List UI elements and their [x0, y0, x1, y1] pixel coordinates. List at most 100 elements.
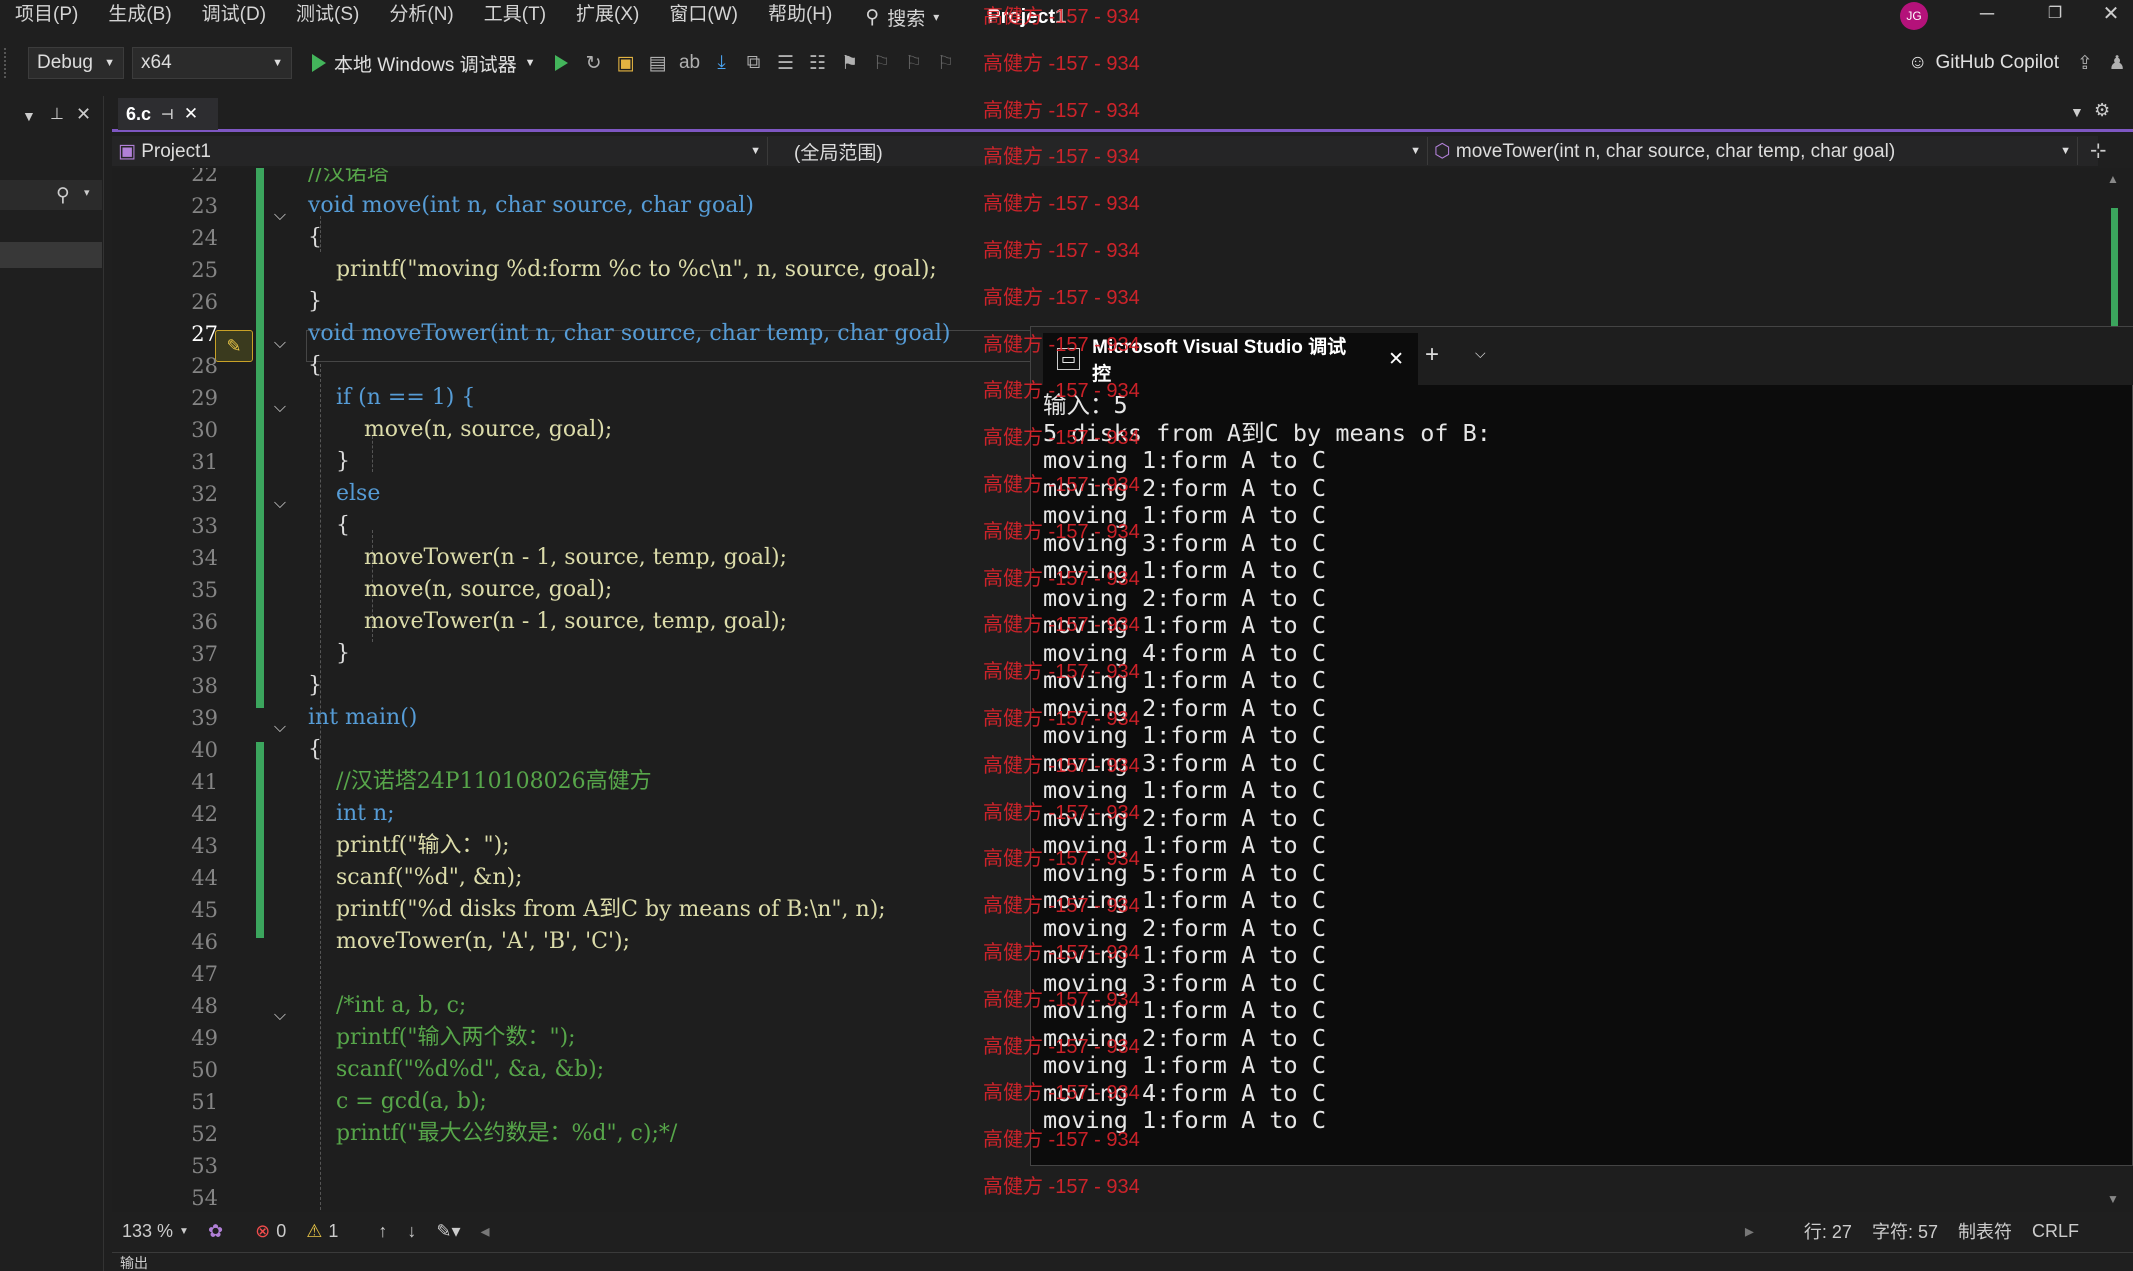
prev-bookmark-icon[interactable]: ⚐: [866, 47, 898, 79]
outdent-icon[interactable]: ☰: [770, 47, 802, 79]
start-debugging-button[interactable]: 本地 Windows 调试器 ▼: [302, 50, 546, 77]
code-line: scanf("%d%d", &a, &b);: [308, 1057, 605, 1082]
close-icon[interactable]: ✕: [184, 104, 198, 124]
toolbar: Debug ▼ x64 ▼ 本地 Windows 调试器 ▼ ↻ ▣ ▤ ab …: [0, 40, 2133, 86]
restore-button[interactable]: ❐: [2021, 0, 2089, 30]
console-line: moving 3:form A to C: [1043, 748, 1326, 777]
arrow-up-icon[interactable]: ↑: [368, 1221, 397, 1242]
step-into-icon[interactable]: ⤓: [706, 47, 738, 79]
panel-menu-icon[interactable]: ▼: [22, 108, 36, 124]
avatar[interactable]: JG: [1900, 2, 1928, 30]
console-tab[interactable]: ▭ Microsoft Visual Studio 调试控 ✕: [1043, 333, 1418, 385]
account-icon[interactable]: ♟: [2101, 47, 2133, 79]
code-cleanup-icon[interactable]: ✎▾: [426, 1221, 470, 1242]
error-count: 0: [276, 1220, 287, 1241]
chevron-down-icon[interactable]: ⌵: [1475, 345, 1486, 362]
new-tab-icon[interactable]: +: [1425, 341, 1439, 369]
console-line: moving 1:form A to C: [1043, 1051, 1326, 1079]
split-editor-icon[interactable]: ⊹: [2090, 138, 2107, 163]
scroll-left-icon[interactable]: ◂: [470, 1221, 499, 1242]
search-label: 搜索: [887, 8, 926, 30]
console-line: moving 2:form A to C: [1043, 913, 1326, 942]
menu-item[interactable]: 帮助(H): [753, 0, 847, 34]
close-icon[interactable]: ✕: [1388, 348, 1404, 371]
next-bookmark-icon[interactable]: ⚐: [898, 47, 930, 79]
arrow-down-icon[interactable]: ↓: [397, 1221, 426, 1242]
member-dropdown[interactable]: ⬡ moveTower(int n, char source, char tem…: [1428, 137, 2078, 165]
tab-6c[interactable]: 6.c ⊣ ✕: [118, 98, 218, 130]
code-line: printf("最大公约数是：%d", c);*/: [308, 1121, 678, 1146]
char-indicator[interactable]: 字符: 57: [1862, 1218, 1948, 1244]
scroll-right-icon[interactable]: ▸: [1735, 1221, 1764, 1242]
tabs-indicator[interactable]: 制表符: [1948, 1218, 2022, 1244]
line-number: 35: [191, 578, 218, 602]
menu-item[interactable]: 分析(N): [374, 0, 468, 34]
configuration-select[interactable]: Debug ▼: [28, 47, 124, 79]
close-panel-icon[interactable]: ✕: [76, 104, 91, 125]
menu-item[interactable]: 扩展(X): [561, 0, 654, 34]
line-number: 33: [191, 514, 218, 538]
line-number: 54: [191, 1186, 218, 1210]
bookmark-icon[interactable]: ⚑: [834, 47, 866, 79]
step-over-icon[interactable]: ⧉: [738, 47, 770, 79]
github-copilot-button[interactable]: ☺ GitHub Copilot: [1898, 52, 2069, 74]
project-label: Project1: [141, 140, 211, 162]
code-line: {: [308, 513, 350, 538]
fold-toggle[interactable]: ⌵: [272, 200, 288, 232]
line-number: 51: [191, 1090, 218, 1114]
console-output: 输入：5 5 disks from A到C by means of B: movin…: [1043, 391, 1491, 1134]
menu-item[interactable]: 工具(T): [469, 0, 561, 34]
scope-label: (全局范围): [794, 142, 883, 164]
code-line: if (n == 1) {: [308, 385, 476, 410]
spell-check-icon[interactable]: ab: [674, 47, 706, 79]
console-line: moving 1:form A to C: [1043, 886, 1326, 914]
panel-search-box[interactable]: ⚲ ▾: [0, 180, 102, 210]
output-panel-title[interactable]: 输出: [120, 1255, 148, 1271]
minimize-button[interactable]: ─: [1953, 0, 2021, 30]
fold-toggle[interactable]: ⌵: [272, 488, 288, 520]
share-icon[interactable]: ⇪: [2069, 47, 2101, 79]
eol-indicator[interactable]: CRLF: [2022, 1221, 2089, 1242]
project-dropdown[interactable]: ▣ Project1 ▼: [112, 137, 768, 165]
menu-item[interactable]: 窗口(W): [654, 0, 753, 34]
indent-icon[interactable]: ☷: [802, 47, 834, 79]
copilot-icon: ☺: [1908, 52, 1928, 73]
menu-item[interactable]: 项目(P): [0, 0, 93, 34]
intellicode-icon[interactable]: ✿: [198, 1221, 233, 1242]
fold-toggle[interactable]: ⌵: [272, 328, 288, 360]
menu-item[interactable]: 测试(S): [281, 0, 374, 34]
zoom-dropdown[interactable]: 133 % ▼: [112, 1221, 198, 1242]
start-without-debugging-icon[interactable]: [546, 47, 578, 79]
line-indicator[interactable]: 行: 27: [1794, 1218, 1862, 1244]
hot-reload-icon[interactable]: ↻: [578, 47, 610, 79]
pin-icon[interactable]: ⊥: [50, 104, 64, 124]
line-number: 44: [191, 866, 218, 890]
save-all-icon[interactable]: ▤: [642, 47, 674, 79]
scroll-down-icon[interactable]: ▼: [2107, 1192, 2119, 1206]
menu-item[interactable]: 调试(D): [187, 0, 281, 34]
fold-toggle[interactable]: ⌵: [272, 712, 288, 744]
console-line: moving 3:form A to C: [1043, 528, 1326, 557]
warnings-indicator[interactable]: ⚠ 1: [296, 1221, 348, 1242]
search-box[interactable]: ⚲ 搜索 ▾: [847, 4, 957, 31]
pin-icon[interactable]: ⊣: [161, 106, 174, 123]
scroll-up-icon[interactable]: ▲: [2107, 172, 2119, 186]
menu-item[interactable]: 生成(B): [93, 0, 186, 34]
selected-tree-item[interactable]: [0, 242, 102, 268]
terminal-icon: ▭: [1057, 348, 1081, 370]
scope-dropdown[interactable]: (全局范围) ▼: [768, 137, 1428, 165]
clear-bookmarks-icon[interactable]: ⚐: [930, 47, 962, 79]
fold-toggle[interactable]: ⌵: [272, 392, 288, 424]
open-folder-icon[interactable]: ▣: [610, 47, 642, 79]
fold-toggle[interactable]: ⌵: [272, 1000, 288, 1032]
quick-action-lightbulb-icon[interactable]: ✎: [215, 330, 253, 362]
errors-indicator[interactable]: ⊗ 0: [245, 1221, 296, 1242]
chevron-down-icon: ▼: [104, 57, 115, 69]
settings-gear-icon[interactable]: ⚙: [2094, 100, 2110, 121]
console-line: moving 1:form A to C: [1043, 721, 1326, 749]
debug-console-window[interactable]: ▭ Microsoft Visual Studio 调试控 ✕ + ⌵ 输入：5…: [1030, 326, 2133, 1166]
chevron-down-icon: ▾: [933, 10, 940, 24]
close-window-button[interactable]: ✕: [2089, 0, 2133, 30]
platform-select[interactable]: x64 ▼: [132, 47, 292, 79]
tab-list-icon[interactable]: ▼: [2070, 104, 2084, 120]
